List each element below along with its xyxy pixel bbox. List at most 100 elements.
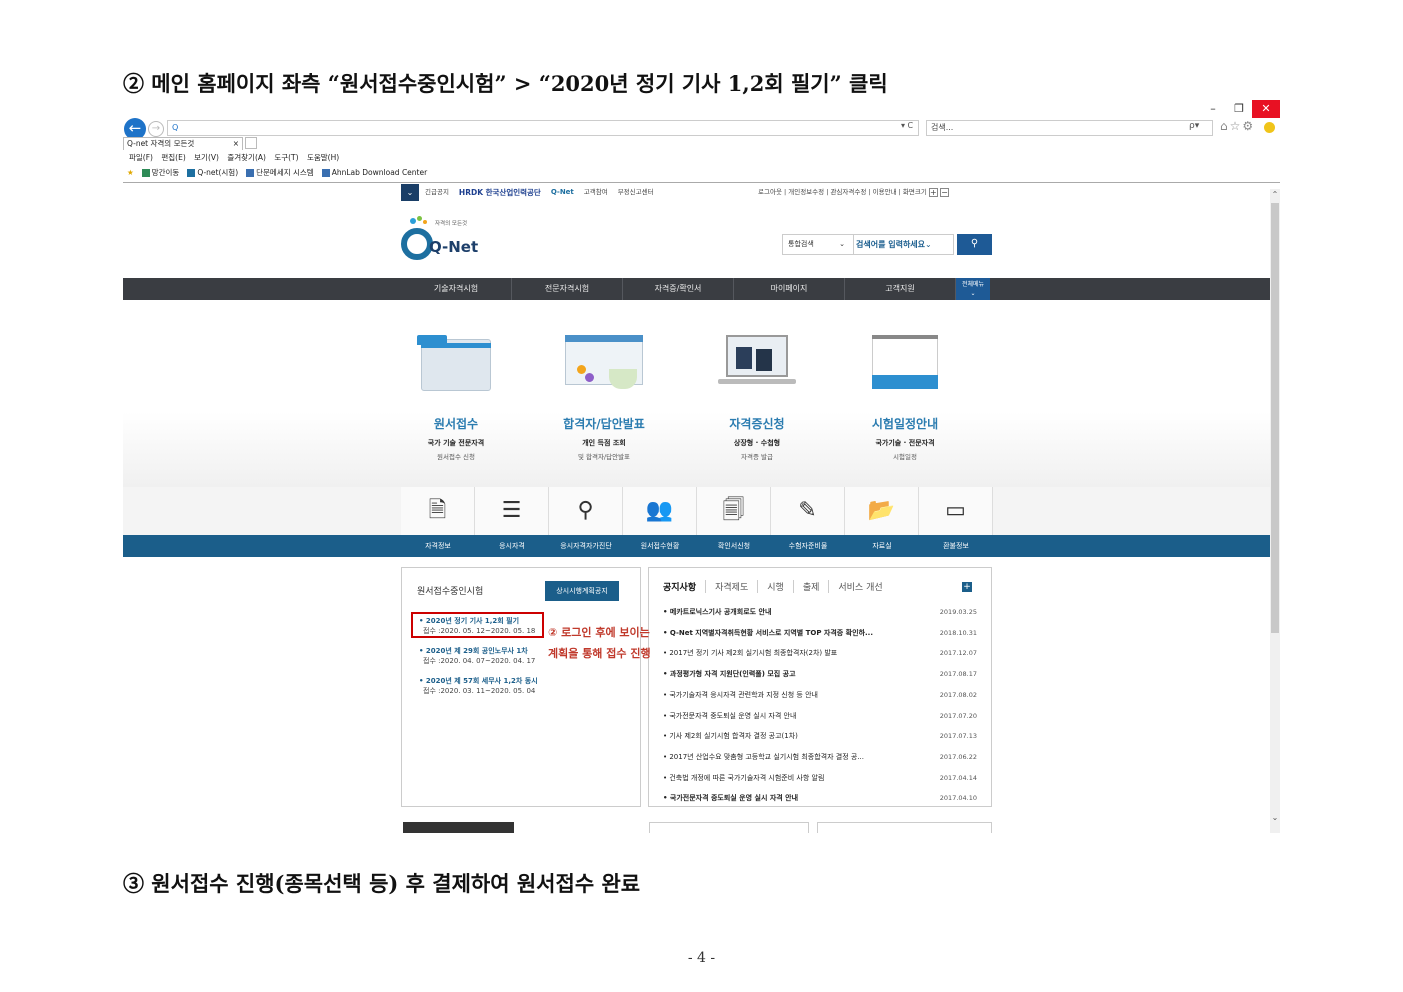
money-icon[interactable]: ▭ bbox=[919, 487, 993, 535]
notice-title[interactable]: • 국가기술자격 응시자격 관련학과 지정 신청 등 안내 bbox=[663, 685, 818, 706]
forward-button[interactable]: → bbox=[148, 121, 164, 137]
tab-close-icon[interactable]: × bbox=[233, 138, 239, 150]
url-input[interactable]: Q bbox=[167, 120, 919, 136]
all-menu-button[interactable]: 전체메뉴 ⌄ bbox=[956, 278, 990, 300]
fav-item[interactable]: Q-net(시험) bbox=[187, 166, 238, 180]
quick-label[interactable]: 자료실 bbox=[845, 535, 919, 557]
exam-title[interactable]: • 2020년 제 57회 세무사 1,2차 동시 bbox=[419, 676, 538, 686]
checklist-icon[interactable]: ☰ bbox=[475, 487, 549, 535]
hrdk-logo[interactable]: HRDK 한국산업인력공단 bbox=[459, 184, 541, 201]
more-notices-button[interactable]: + bbox=[962, 582, 972, 592]
notice-row[interactable]: • 과정평가형 자격 지원단(인력풀) 모집 공고 2017.08.17 bbox=[663, 664, 981, 685]
fav-item[interactable]: AhnLab Download Center bbox=[321, 166, 427, 180]
notice-title[interactable]: • 국가전문자격 중도퇴실 운영 실시 자격 안내 bbox=[663, 788, 798, 809]
notice-row[interactable]: • 2017년 산업수요 맞춤형 고등학교 실기시험 최종합격자 결정 공...… bbox=[663, 747, 981, 768]
schedule-notice-button[interactable]: 상시시행계획공지 bbox=[545, 581, 619, 601]
scroll-down-icon[interactable]: ⌄ bbox=[1270, 813, 1280, 822]
util-link[interactable]: 부정신고센터 bbox=[618, 184, 654, 201]
quick-label[interactable]: 응시자격자가진단 bbox=[549, 535, 623, 557]
zoom-out-button[interactable]: − bbox=[939, 187, 949, 197]
feedback-smiley-icon[interactable] bbox=[1264, 122, 1275, 133]
notice-row[interactable]: • Q-Net 지역별자격취득현황 서비스로 지역별 TOP 자격증 확인하..… bbox=[663, 623, 981, 644]
fav-item[interactable]: 망간이동 bbox=[141, 166, 179, 180]
favorites-star-icon[interactable]: ★ bbox=[127, 166, 134, 180]
nav-item[interactable]: 기술자격시험 bbox=[401, 278, 512, 300]
refresh-icon[interactable]: ▾ C bbox=[901, 121, 913, 130]
feature-apply[interactable]: 원서접수 국가 기술 전문자격 원서접수 신청 bbox=[396, 335, 516, 461]
notice-title[interactable]: • Q-Net 지역별자격취득현황 서비스로 지역별 TOP 자격증 확인하..… bbox=[663, 623, 873, 644]
toolbar-icons[interactable]: ⌂☆⚙ bbox=[1220, 119, 1255, 133]
feature-sub: 자격증 발급 bbox=[741, 453, 773, 461]
feature-certificate[interactable]: 자격증신청 상장형 · 수첩형 자격증 발급 bbox=[697, 335, 817, 461]
notice-title[interactable]: • 2017년 정기 기사 제2회 실기시험 최종합격자(2차) 발표 bbox=[663, 643, 837, 664]
notice-date: 2017.06.22 bbox=[939, 752, 977, 761]
notice-title[interactable]: • 기사 제2회 실기시험 합격자 결정 공고(1차) bbox=[663, 726, 798, 747]
scroll-up-icon[interactable]: ⌃ bbox=[1270, 190, 1280, 199]
search-icon[interactable]: ρ▾ bbox=[1189, 121, 1199, 131]
util-link[interactable]: 긴급공지 bbox=[425, 184, 449, 201]
menu-help[interactable]: 도움말(H) bbox=[307, 153, 339, 162]
zoom-in-button[interactable]: + bbox=[928, 187, 938, 197]
notice-row[interactable]: • 기사 제2회 실기시험 합격자 결정 공고(1차) 2017.07.13 bbox=[663, 726, 981, 747]
browser-tab[interactable]: Q-net 자격의 모든것 × bbox=[123, 137, 243, 150]
notice-row[interactable]: • 국가전문자격 중도퇴실 운영 실시 자격 안내 2017.07.20 bbox=[663, 706, 981, 727]
document-stack-icon[interactable]: 🗐 bbox=[697, 487, 771, 535]
exam-item[interactable]: • 2020년 제 29회 공인노무사 1차 접수 :2020. 04. 07~… bbox=[419, 646, 535, 666]
feature-results[interactable]: 합격자/답안발표 개인 득점 조회 및 합격자/답안발표 bbox=[544, 335, 664, 461]
exam-title[interactable]: • 2020년 제 29회 공인노무사 1차 bbox=[419, 646, 535, 656]
document-info-icon[interactable]: 🗎 bbox=[401, 487, 475, 535]
close-button[interactable]: ✕ bbox=[1252, 100, 1280, 118]
notice-row[interactable]: • 메카트로닉스기사 공개회로도 안내 2019.03.25 bbox=[663, 602, 981, 623]
chevron-down-icon[interactable]: ⌄ bbox=[401, 184, 419, 201]
minimize-button[interactable]: – bbox=[1200, 100, 1226, 118]
quick-label[interactable]: 확인서신청 bbox=[697, 535, 771, 557]
tab-questions[interactable]: 출제 bbox=[803, 580, 830, 593]
magnifier-icon[interactable]: ⚲ bbox=[549, 487, 623, 535]
quick-label[interactable]: 원서접수현황 bbox=[623, 535, 697, 557]
fav-item[interactable]: 단문메세지 시스템 bbox=[246, 166, 314, 180]
tab-service[interactable]: 서비스 개선 bbox=[838, 580, 891, 593]
search-scope-select[interactable]: 통합검색 ⌄ bbox=[782, 234, 854, 255]
browser-search-input[interactable]: 검색... bbox=[926, 120, 1213, 136]
site-search-input[interactable]: 검색어를 입력하세요⌄ bbox=[854, 234, 954, 255]
notice-row[interactable]: • 국가기술자격 응시자격 관련학과 지정 신청 등 안내 2017.08.02 bbox=[663, 685, 981, 706]
scrollbar-thumb[interactable] bbox=[1271, 203, 1279, 633]
new-tab-button[interactable] bbox=[245, 137, 257, 149]
quick-label[interactable]: 수험자준비물 bbox=[771, 535, 845, 557]
exam-item[interactable]: • 2020년 제 57회 세무사 1,2차 동시 접수 :2020. 03. … bbox=[419, 676, 538, 696]
nav-item[interactable]: 마이페이지 bbox=[734, 278, 845, 300]
nav-item[interactable]: 고객지원 bbox=[845, 278, 956, 300]
quick-label[interactable]: 환불정보 bbox=[919, 535, 993, 557]
quick-label[interactable]: 자격정보 bbox=[401, 535, 475, 557]
people-icon[interactable]: 👥 bbox=[623, 487, 697, 535]
menu-favorites[interactable]: 즐겨찾기(A) bbox=[227, 153, 266, 162]
folder-open-icon[interactable]: 📂 bbox=[845, 487, 919, 535]
notice-row[interactable]: • 건축법 개정에 따른 국가기술자격 시험준비 사항 알림 2017.04.14 bbox=[663, 768, 981, 789]
menu-view[interactable]: 보기(V) bbox=[194, 153, 219, 162]
tab-system[interactable]: 자격제도 bbox=[715, 580, 759, 593]
scrollbar[interactable]: ⌃ ⌄ bbox=[1270, 189, 1280, 833]
notice-title[interactable]: • 건축법 개정에 따른 국가기술자격 시험준비 사항 알림 bbox=[663, 768, 824, 789]
notice-title[interactable]: • 2017년 산업수요 맞춤형 고등학교 실기시험 최종합격자 결정 공... bbox=[663, 747, 864, 768]
menu-edit[interactable]: 편집(E) bbox=[161, 153, 185, 162]
quick-label[interactable]: 응시자격 bbox=[475, 535, 549, 557]
notice-title[interactable]: • 국가전문자격 중도퇴실 운영 실시 자격 안내 bbox=[663, 706, 796, 727]
menu-tools[interactable]: 도구(T) bbox=[274, 153, 298, 162]
nav-item[interactable]: 전문자격시험 bbox=[512, 278, 623, 300]
util-link[interactable]: 고객참여 bbox=[584, 184, 608, 201]
restore-button[interactable]: ❐ bbox=[1226, 100, 1252, 118]
qnet-logo[interactable]: Q-Net bbox=[429, 238, 478, 256]
qnet-small-logo[interactable]: Q-Net bbox=[551, 184, 574, 201]
notice-row[interactable]: • 국가전문자격 중도퇴실 운영 실시 자격 안내 2017.04.10 bbox=[663, 788, 981, 809]
site-search-button[interactable]: ⚲ bbox=[957, 234, 992, 255]
feature-schedule[interactable]: 시험일정안내 국가기술 · 전문자격 시험일정 bbox=[845, 335, 965, 461]
notice-title[interactable]: • 메카트로닉스기사 공개회로도 안내 bbox=[663, 602, 771, 623]
tab-notice[interactable]: 공지사항 bbox=[663, 580, 707, 593]
account-links-text[interactable]: 로그아웃 | 개인정보수정 | 관심자격수정 | 이용안내 | 화면크기 bbox=[758, 188, 927, 196]
notice-row[interactable]: • 2017년 정기 기사 제2회 실기시험 최종합격자(2차) 발표 2017.… bbox=[663, 643, 981, 664]
tab-exam[interactable]: 시행 bbox=[767, 580, 794, 593]
pencil-icon[interactable]: ✎ bbox=[771, 487, 845, 535]
notice-title[interactable]: • 과정평가형 자격 지원단(인력풀) 모집 공고 bbox=[663, 664, 796, 685]
menu-file[interactable]: 파일(F) bbox=[129, 153, 153, 162]
nav-item[interactable]: 자격증/확인서 bbox=[623, 278, 734, 300]
